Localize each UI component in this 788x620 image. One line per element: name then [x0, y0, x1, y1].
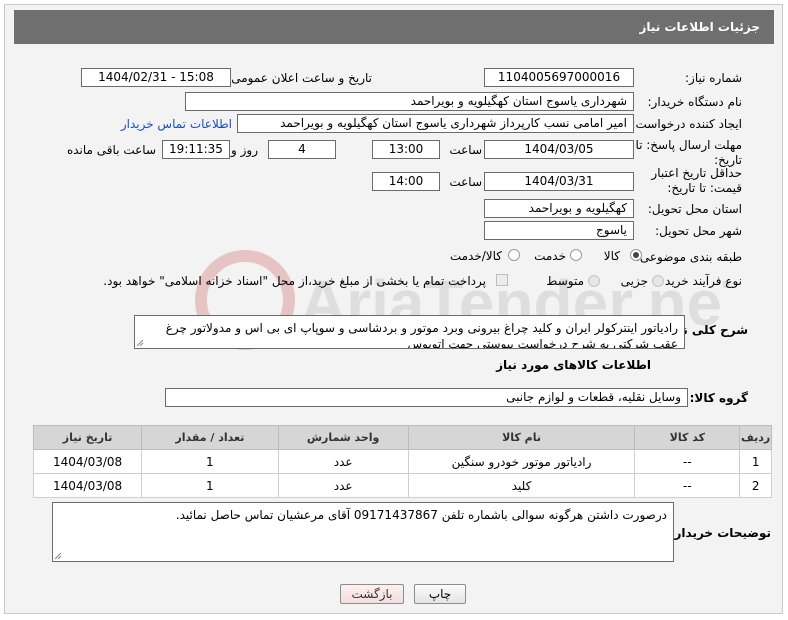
col-header-quantity: تعداد / مقدار: [141, 425, 279, 450]
buyer-org-field[interactable]: شهرداری یاسوج استان کهگیلویه و بویراحمد: [185, 92, 634, 111]
cell-goods-name: رادیاتور موتور خودرو سنگین: [407, 449, 636, 474]
table-row[interactable]: 1 -- رادیاتور موتور خودرو سنگین عدد 1 14…: [32, 449, 772, 474]
print-button[interactable]: چاپ: [414, 584, 466, 604]
need-number-field[interactable]: 1104005697000016: [484, 68, 634, 87]
days-field[interactable]: 4: [268, 140, 336, 159]
category-option-goods-radio[interactable]: [630, 249, 642, 264]
goods-group-label: گروه کالا:: [689, 391, 748, 405]
need-number-label: شماره نیاز:: [685, 71, 742, 85]
price-time-label: ساعت: [449, 175, 482, 189]
price-date-field[interactable]: 1404/03/31: [484, 172, 634, 191]
col-header-unit: واحد شمارش: [277, 425, 409, 450]
col-header-row-number: ردیف: [739, 425, 772, 450]
city-label: شهر محل تحویل:: [655, 224, 742, 238]
cell-goods-name: کلید: [407, 473, 636, 498]
price-validity-label: حداقل تاریخ اعتبار قیمت: تا تاریخ:: [651, 166, 742, 195]
province-field[interactable]: کهگیلویه و بویراحمد: [484, 199, 634, 218]
category-option-service-label: خدمت: [534, 249, 566, 263]
cell-goods-code: --: [634, 473, 741, 498]
col-header-goods-code: کد کالا: [634, 425, 741, 450]
resize-grip-icon[interactable]: [54, 552, 62, 560]
category-option-both-radio[interactable]: [508, 249, 520, 264]
buyer-notes-label: توضیحات خریدار:: [669, 526, 771, 540]
days-label: روز و: [231, 143, 258, 157]
reply-time-label: ساعت: [449, 143, 482, 157]
category-label: طبقه بندی موضوعی:: [635, 250, 742, 264]
remaining-time-field[interactable]: 19:11:35: [162, 140, 230, 159]
back-button[interactable]: بازگشت: [340, 584, 404, 604]
cell-row-number: 1: [739, 449, 772, 474]
cell-row-number: 2: [739, 473, 772, 498]
announce-field[interactable]: 1404/02/31 - 15:08: [81, 68, 231, 87]
category-option-service-radio[interactable]: [570, 249, 582, 264]
creator-field[interactable]: امیر امامی نسب کارپرداز شهرداری یاسوج اس…: [237, 114, 634, 133]
buyer-notes-textarea[interactable]: درصورت داشتن هرگونه سوالی باشماره تلفن 0…: [52, 502, 674, 562]
table-header-row: ردیف کد کالا نام کالا واحد شمارش تعداد /…: [32, 425, 772, 450]
cell-quantity: 1: [141, 449, 279, 474]
process-option-medium-radio[interactable]: [588, 275, 600, 290]
goods-info-title: اطلاعات کالاهای مورد نیاز: [496, 358, 651, 372]
cell-need-date: 1404/03/08: [32, 473, 143, 498]
treasury-payment-note: پرداخت تمام یا بخشی از مبلغ خرید،از محل …: [103, 274, 486, 288]
city-field[interactable]: یاسوج: [484, 221, 634, 240]
cell-quantity: 1: [141, 473, 279, 498]
cell-need-date: 1404/03/08: [32, 449, 143, 474]
process-option-minor-radio[interactable]: [652, 275, 664, 290]
description-textarea[interactable]: رادیاتور اینترکولر ایران و کلید چراغ بیر…: [134, 315, 685, 349]
col-header-goods-name: نام کالا: [407, 425, 636, 450]
reply-time-field[interactable]: 13:00: [372, 140, 440, 159]
province-label: استان محل تحویل:: [647, 202, 742, 216]
category-option-goods-label: کالا: [603, 249, 620, 263]
goods-table: ردیف کد کالا نام کالا واحد شمارش تعداد /…: [32, 425, 772, 498]
buyer-org-label: نام دستگاه خریدار:: [647, 95, 743, 109]
goods-group-field[interactable]: وسایل نقلیه، قطعات و لوازم جانبی: [165, 388, 688, 407]
contact-info-link[interactable]: اطلاعات تماس خریدار: [121, 117, 232, 131]
process-option-minor-label: جزیی: [620, 274, 648, 288]
process-label: نوع فرآیند خرید :: [657, 274, 742, 288]
cell-unit: عدد: [277, 449, 409, 474]
treasury-payment-checkbox[interactable]: [496, 274, 508, 286]
cell-unit: عدد: [277, 473, 409, 498]
price-time-field[interactable]: 14:00: [372, 172, 440, 191]
announce-label: تاریخ و ساعت اعلان عمومی:: [227, 71, 372, 85]
col-header-need-date: تاریخ نیاز: [32, 425, 143, 450]
category-option-both-label: کالا/خدمت: [449, 249, 502, 263]
reply-date-field[interactable]: 1404/03/05: [484, 140, 634, 159]
reply-deadline-label: مهلت ارسال پاسخ: تا تاریخ:: [635, 138, 742, 167]
cell-goods-code: --: [634, 449, 741, 474]
page-title: جزئیات اطلاعات نیاز: [14, 10, 774, 44]
creator-label: ایجاد کننده درخواست:: [631, 117, 742, 131]
process-option-medium-label: متوسط: [546, 274, 584, 288]
remaining-label: ساعت باقی مانده: [66, 143, 156, 157]
resize-grip-icon[interactable]: [136, 339, 144, 347]
table-row[interactable]: 2 -- کلید عدد 1 1404/03/08: [32, 473, 772, 498]
